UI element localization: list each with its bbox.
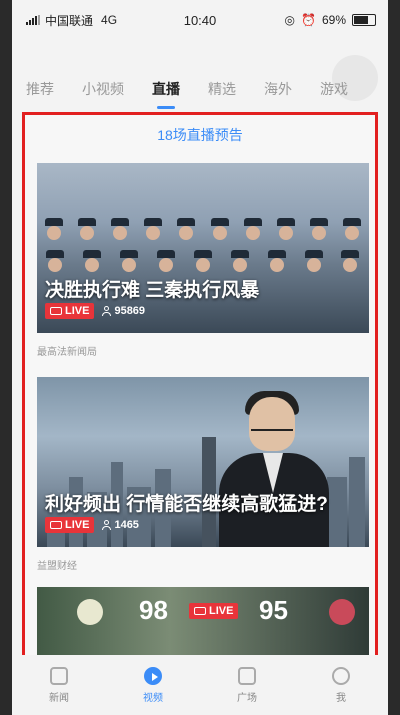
- person-icon: [102, 520, 112, 530]
- news-icon: [50, 666, 68, 685]
- orientation-lock-icon: ◎: [284, 13, 296, 27]
- bottom-nav: 新闻 视频 广场 我: [12, 655, 388, 715]
- score-left: 98: [139, 595, 168, 625]
- nav-video[interactable]: 视频: [123, 666, 183, 704]
- viewer-count: 95869: [102, 305, 145, 317]
- person-icon: [102, 306, 112, 316]
- team-logo-left: [77, 599, 103, 625]
- bookmark-icon: [238, 666, 256, 685]
- tab-recommend[interactable]: 推荐: [12, 79, 68, 99]
- card-source: 最高法新闻局: [37, 347, 97, 358]
- status-bar: 中国联通 4G 10:40 ◎ ⏰ 69%: [12, 0, 388, 40]
- video-play-icon: [144, 666, 162, 685]
- tab-live[interactable]: 直播: [138, 79, 194, 99]
- live-badge: LIVE: [45, 517, 95, 533]
- camera-icon: [50, 521, 62, 529]
- live-preview-header[interactable]: 18场直播预告: [25, 125, 375, 145]
- camera-icon: [194, 607, 206, 615]
- nav-me[interactable]: 我: [311, 666, 371, 704]
- battery-percent: 69%: [321, 13, 346, 27]
- battery-icon: [352, 14, 376, 26]
- phone-frame-left: [0, 0, 12, 715]
- card-title: 利好频出 行情能否继续高歌猛进?: [45, 494, 328, 515]
- score-right: 95: [259, 595, 288, 625]
- profile-icon: [332, 666, 350, 685]
- card-title: 决胜执行难 三秦执行风暴: [45, 280, 260, 301]
- channel-tabs: 推荐 小视频 直播 精选 海外 游戏: [12, 70, 388, 108]
- tab-games[interactable]: 游戏: [306, 79, 362, 99]
- phone-screen: 中国联通 4G 10:40 ◎ ⏰ 69% 推荐 小视频 直播 精选 海外 游戏…: [12, 0, 388, 715]
- live-card-3[interactable]: 98 LIVE 95: [37, 587, 369, 657]
- live-badge: LIVE: [45, 303, 95, 319]
- card-source: 益盟财经: [37, 561, 77, 572]
- tab-overseas[interactable]: 海外: [250, 79, 306, 99]
- nav-news[interactable]: 新闻: [29, 666, 89, 704]
- host-image: [219, 391, 329, 547]
- team-logo-right: [329, 599, 355, 625]
- live-card-2[interactable]: 利好频出 行情能否继续高歌猛进? LIVE 1465: [37, 377, 369, 547]
- live-card-1[interactable]: 决胜执行难 三秦执行风暴 LIVE 95869: [37, 163, 369, 333]
- viewer-count: 1465: [102, 519, 139, 531]
- tab-featured[interactable]: 精选: [194, 79, 250, 99]
- tab-short-video[interactable]: 小视频: [68, 79, 138, 99]
- camera-icon: [50, 307, 62, 315]
- nav-square[interactable]: 广场: [217, 666, 277, 704]
- alarm-icon: ⏰: [301, 13, 316, 27]
- live-badge: LIVE: [189, 603, 239, 619]
- highlight-frame: 18场直播预告 决胜执行难 三秦执行风暴 LIVE 95869 最高法新闻局 利…: [22, 112, 378, 660]
- phone-frame-right: [388, 0, 400, 715]
